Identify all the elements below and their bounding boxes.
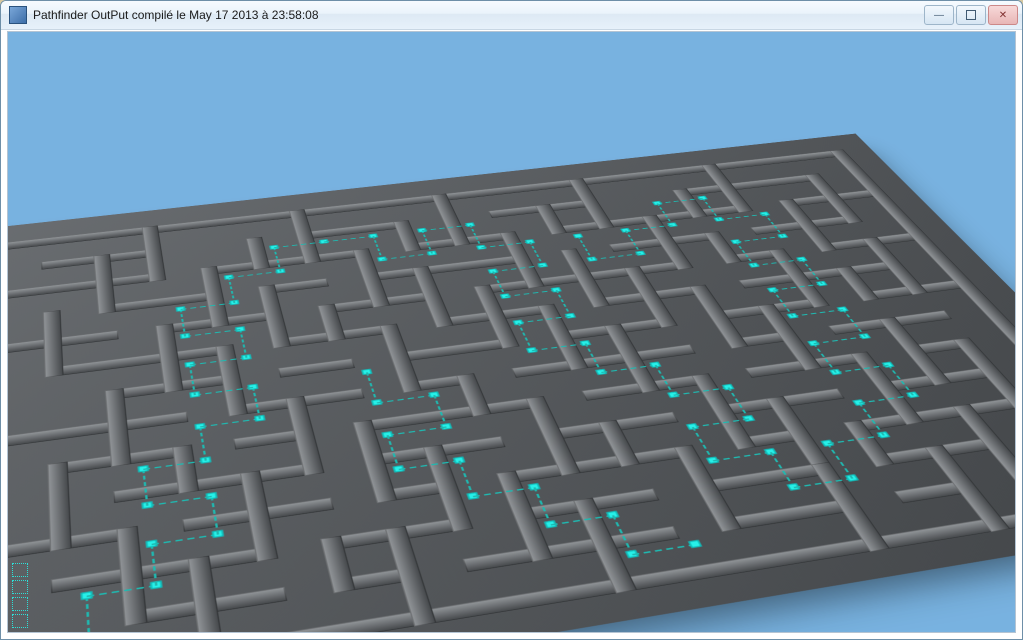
- maze-wall: [7, 412, 188, 450]
- maze-wall: [187, 556, 225, 633]
- maze-wall: [765, 396, 836, 476]
- maze-wall: [320, 516, 473, 551]
- maze-wall: [894, 480, 980, 504]
- maze-wall: [113, 462, 324, 503]
- viewport[interactable]: [7, 31, 1016, 633]
- title-bar[interactable]: Pathfinder OutPut compilé le May 17 2013…: [1, 1, 1022, 30]
- maze-wall: [239, 470, 278, 561]
- maze-wall: [462, 526, 679, 572]
- maze-wall: [673, 445, 741, 532]
- maze-wall: [7, 526, 138, 562]
- maze-wall: [924, 445, 1010, 532]
- maze-wall: [843, 420, 894, 467]
- debug-icon[interactable]: [12, 563, 28, 577]
- maze-wall: [731, 428, 813, 450]
- maze-wall: [867, 436, 1006, 467]
- close-button[interactable]: ✕: [988, 5, 1018, 25]
- maze-wall: [693, 462, 836, 494]
- maze-wall: [373, 479, 459, 503]
- maze-wall: [123, 587, 287, 627]
- maze-wall: [714, 498, 862, 532]
- maze-wall: [873, 366, 1003, 393]
- maze-wall: [1009, 453, 1016, 485]
- maze-wall: [226, 388, 364, 416]
- maze-wall: [843, 396, 1016, 433]
- maze-wall: [320, 536, 355, 594]
- maze-wall: [277, 359, 354, 378]
- maze-wall: [810, 462, 889, 552]
- app-icon: [9, 6, 27, 24]
- maze-wall: [104, 373, 241, 400]
- maze-wall: [384, 526, 436, 627]
- maze-wall: [952, 404, 1016, 485]
- window-controls: — ✕: [924, 5, 1018, 25]
- maze-wall: [285, 396, 324, 476]
- debug-icon[interactable]: [12, 580, 28, 594]
- maximize-button[interactable]: [956, 5, 986, 25]
- maze-wall: [710, 388, 844, 416]
- maze-wall: [511, 488, 659, 522]
- window-title: Pathfinder OutPut compilé le May 17 2013…: [33, 8, 924, 22]
- corner-icons: [12, 563, 28, 628]
- maze-wall: [597, 420, 639, 467]
- maze-wall: [47, 462, 71, 552]
- maze-wall: [50, 546, 278, 594]
- debug-icon[interactable]: [12, 597, 28, 611]
- maze-wall: [116, 526, 147, 627]
- maze-wall: [330, 566, 422, 593]
- debug-icon[interactable]: [12, 614, 28, 628]
- maze-wall: [182, 498, 334, 532]
- app-window: Pathfinder OutPut compilé le May 17 2013…: [0, 0, 1023, 640]
- maze-wall: [422, 445, 473, 532]
- maze-wall: [233, 428, 315, 450]
- maze-wall: [352, 420, 397, 503]
- minimize-button[interactable]: —: [924, 5, 954, 25]
- maze-wall: [400, 373, 478, 393]
